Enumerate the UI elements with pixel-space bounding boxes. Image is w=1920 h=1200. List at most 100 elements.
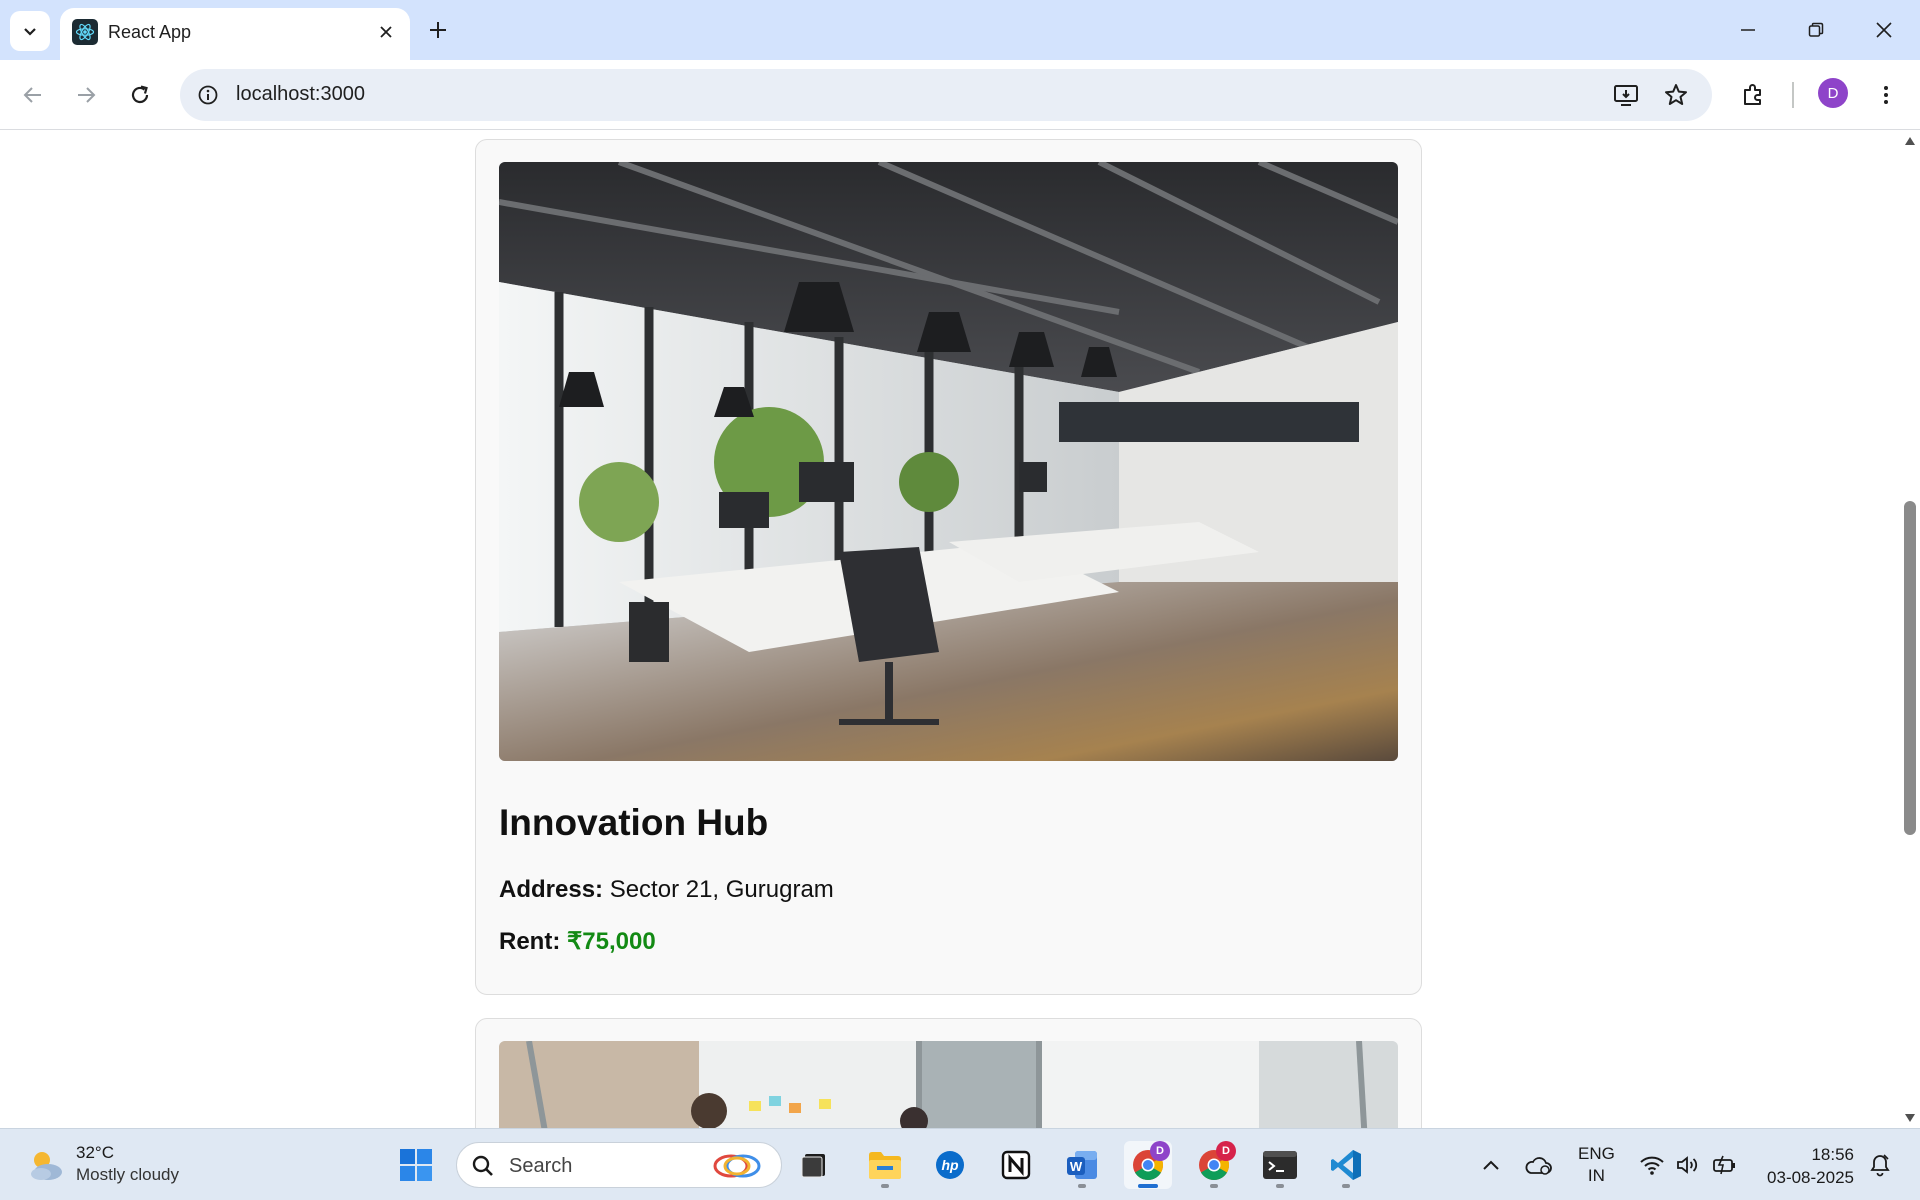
- file-explorer-button[interactable]: [861, 1141, 909, 1189]
- close-icon: [380, 26, 392, 38]
- property-rent: Rent: ₹75,000: [499, 927, 656, 956]
- close-window-button[interactable]: [1856, 8, 1912, 52]
- search-placeholder: Search: [509, 1155, 573, 1177]
- vertical-scrollbar[interactable]: [1900, 131, 1920, 1128]
- hp-app-button[interactable]: hp: [926, 1141, 974, 1189]
- rent-label: Rent:: [499, 928, 561, 955]
- search-highlight-icon: [713, 1154, 761, 1178]
- chevron-up-icon: [1483, 1160, 1499, 1170]
- extensions-button[interactable]: [1733, 75, 1773, 115]
- battery-tray-button[interactable]: [1710, 1147, 1738, 1183]
- address-value: Sector 21, Gurugram: [609, 876, 834, 903]
- chrome-profile-badge: D: [1216, 1141, 1236, 1161]
- minimize-icon: [1741, 29, 1755, 31]
- taskbar: 32°C Mostly cloudy Search hp W D D ENG I…: [0, 1128, 1920, 1200]
- wifi-tray-button[interactable]: [1638, 1147, 1666, 1183]
- scroll-up-arrow[interactable]: [1904, 135, 1916, 147]
- bookmark-star-icon[interactable]: [1660, 79, 1692, 111]
- arrow-left-icon: [23, 87, 41, 103]
- chrome-button-profile-2[interactable]: D: [1190, 1141, 1238, 1189]
- meeting-room-image: [499, 1041, 1398, 1128]
- input-language-indicator[interactable]: ENG IN: [1578, 1143, 1615, 1187]
- notion-icon: [1001, 1150, 1031, 1180]
- address-bar[interactable]: localhost:3000: [180, 69, 1712, 121]
- vscode-icon: [1331, 1150, 1361, 1180]
- property-card: [475, 1018, 1422, 1128]
- notifications-button[interactable]: [1866, 1147, 1894, 1183]
- chevron-down-icon: [24, 28, 36, 36]
- url-text[interactable]: localhost:3000: [236, 83, 365, 106]
- speaker-icon: [1677, 1156, 1698, 1174]
- windows-logo-icon: [400, 1149, 432, 1181]
- restore-icon: [1808, 22, 1824, 37]
- property-title: Innovation Hub: [499, 802, 769, 843]
- running-indicator: [1078, 1184, 1086, 1188]
- minimize-button[interactable]: [1720, 8, 1776, 52]
- vscode-button[interactable]: [1322, 1141, 1370, 1189]
- weather-temperature: 32°C: [76, 1143, 114, 1162]
- svg-text:hp: hp: [941, 1157, 959, 1173]
- tab-strip: React App: [0, 0, 1920, 60]
- menu-button[interactable]: [1866, 75, 1906, 115]
- running-indicator: [1210, 1184, 1218, 1188]
- clock-time: 18:56: [1811, 1145, 1854, 1164]
- tab-title: React App: [108, 22, 192, 42]
- chrome-profile-badge: D: [1150, 1141, 1170, 1161]
- word-button[interactable]: W: [1058, 1141, 1106, 1189]
- wifi-icon: [1640, 1156, 1664, 1175]
- folder-icon: [869, 1152, 901, 1179]
- weather-widget[interactable]: 32°C Mostly cloudy: [22, 1139, 222, 1191]
- notion-button[interactable]: [992, 1141, 1040, 1189]
- arrow-right-icon: [78, 87, 96, 103]
- clock-date: 03-08-2025: [1767, 1168, 1854, 1187]
- battery-charging-icon: [1713, 1155, 1735, 1175]
- site-info-icon[interactable]: [192, 79, 224, 111]
- reload-button[interactable]: [120, 75, 160, 115]
- search-icon: [472, 1155, 493, 1176]
- language-code: ENG: [1578, 1144, 1615, 1163]
- running-indicator: [881, 1184, 889, 1188]
- property-address: Address: Sector 21, Gurugram: [499, 876, 834, 904]
- start-button[interactable]: [392, 1141, 440, 1189]
- forward-button[interactable]: [66, 75, 106, 115]
- tab-close-button[interactable]: [374, 20, 398, 44]
- scroll-down-arrow[interactable]: [1904, 1112, 1916, 1124]
- running-indicator: [1342, 1184, 1350, 1188]
- partly-cloudy-icon: [31, 1152, 62, 1180]
- word-icon: W: [1067, 1151, 1097, 1179]
- system-clock[interactable]: 18:56 03-08-2025: [1760, 1143, 1854, 1189]
- install-app-icon[interactable]: [1610, 79, 1642, 111]
- rent-value: ₹75,000: [567, 928, 656, 955]
- terminal-icon: [1263, 1151, 1297, 1179]
- office-image: [499, 162, 1398, 761]
- chrome-button-profile-1[interactable]: D: [1124, 1141, 1172, 1189]
- notification-bell-icon: [1870, 1154, 1890, 1177]
- tab-search-button[interactable]: [10, 11, 50, 51]
- puzzle-icon: [1744, 84, 1761, 105]
- plus-icon: [430, 22, 446, 38]
- close-icon: [1876, 22, 1892, 38]
- task-view-icon: [801, 1154, 825, 1178]
- onedrive-tray-button[interactable]: [1522, 1147, 1554, 1183]
- react-logo-icon: [72, 19, 98, 45]
- back-button[interactable]: [13, 75, 53, 115]
- toolbar-separator: [1792, 82, 1794, 108]
- new-tab-button[interactable]: [422, 14, 454, 46]
- profile-avatar[interactable]: D: [1818, 78, 1848, 108]
- scroll-thumb[interactable]: [1904, 501, 1916, 835]
- region-code: IN: [1587, 1166, 1605, 1185]
- property-card: Innovation Hub Address: Sector 21, Gurug…: [475, 139, 1422, 995]
- restore-button[interactable]: [1788, 8, 1844, 52]
- address-label: Address:: [499, 876, 604, 903]
- volume-tray-button[interactable]: [1674, 1147, 1702, 1183]
- reload-icon: [131, 85, 149, 104]
- taskbar-search[interactable]: Search: [456, 1142, 782, 1188]
- svg-text:W: W: [1070, 1159, 1083, 1174]
- running-indicator: [1138, 1184, 1158, 1188]
- browser-toolbar: localhost:3000 D: [0, 60, 1920, 130]
- task-view-button[interactable]: [790, 1141, 838, 1189]
- tab-react-app[interactable]: React App: [60, 8, 410, 60]
- show-hidden-icons-button[interactable]: [1478, 1147, 1504, 1183]
- terminal-button[interactable]: [1256, 1141, 1304, 1189]
- hp-icon: hp: [936, 1151, 964, 1179]
